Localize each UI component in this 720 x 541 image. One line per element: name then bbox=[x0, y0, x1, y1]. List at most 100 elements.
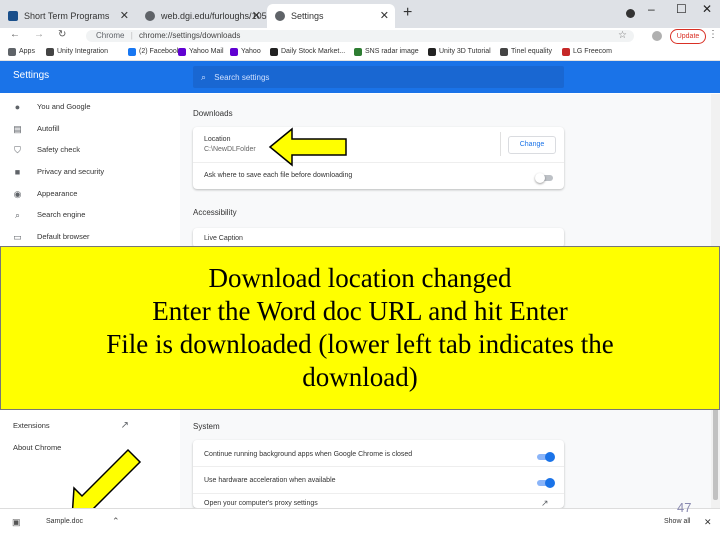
location-value: C:\NewDLFolder bbox=[204, 146, 256, 153]
bookmark-label: LG Freecom bbox=[573, 48, 612, 55]
avatar[interactable] bbox=[652, 31, 662, 41]
slide-number: 47 bbox=[677, 500, 692, 515]
url-text: chrome://settings/downloads bbox=[139, 31, 241, 40]
bookmark-label: Unity 3D Tutorial bbox=[439, 48, 491, 55]
sidebar-item-you-and-google[interactable]: ● You and Google bbox=[13, 99, 91, 115]
stock-icon bbox=[270, 48, 278, 56]
person-icon: ● bbox=[14, 101, 21, 112]
page-title: Settings bbox=[13, 70, 50, 81]
globe-icon bbox=[145, 11, 155, 21]
tab-short-term-programs[interactable]: Short Term Programs ✕ bbox=[0, 4, 135, 28]
hardware-acceleration-label: Use hardware acceleration when available bbox=[204, 477, 336, 484]
window-close-button[interactable]: ✕ bbox=[702, 2, 712, 16]
tab-close-icon[interactable]: ✕ bbox=[120, 9, 129, 22]
scrollbar-thumb[interactable] bbox=[713, 400, 718, 500]
bookmark-unity-tutorial[interactable]: Unity 3D Tutorial bbox=[428, 45, 491, 59]
browser-icon: ▭ bbox=[13, 231, 22, 242]
hardware-acceleration-toggle[interactable] bbox=[537, 478, 555, 488]
url-divider: | bbox=[130, 31, 133, 40]
toggle-knob bbox=[535, 173, 545, 183]
menu-dots-icon[interactable]: ⋮ bbox=[708, 29, 718, 40]
sidebar-item-safety-check[interactable]: ⛉ Safety check bbox=[13, 142, 80, 158]
bookmark-unity-integration[interactable]: Unity Integration bbox=[46, 45, 108, 59]
address-bar[interactable]: Chrome | chrome://settings/downloads bbox=[86, 30, 634, 42]
bookmark-label: Daily Stock Market... bbox=[281, 48, 346, 55]
tab-label: Settings bbox=[291, 11, 324, 21]
bookmark-sns-radar[interactable]: SNS radar image bbox=[354, 45, 419, 59]
search-input[interactable]: ⌕ Search settings bbox=[193, 66, 564, 88]
overlay-line: Enter the Word doc URL and hit Enter bbox=[152, 296, 568, 326]
search-icon: ⌕ bbox=[201, 72, 207, 82]
sidebar-item-label: Search engine bbox=[37, 210, 86, 219]
sidebar-item-appearance[interactable]: ◉ Appearance bbox=[13, 186, 78, 202]
pointer-arrow-location-icon bbox=[268, 127, 347, 167]
tab-settings[interactable]: Settings ✕ bbox=[267, 4, 395, 28]
back-button[interactable]: ← bbox=[10, 29, 20, 40]
chevron-up-icon[interactable]: ⌃ bbox=[112, 516, 120, 527]
chrome-scheme-label: Chrome bbox=[96, 31, 125, 40]
yahoo-icon bbox=[230, 48, 238, 56]
sidebar-item-label: Default browser bbox=[37, 232, 90, 241]
search-placeholder: Search settings bbox=[214, 73, 270, 82]
sidebar-item-label: Privacy and security bbox=[37, 167, 105, 176]
sidebar-item-label: Extensions bbox=[13, 421, 50, 430]
accessibility-section-title: Accessibility bbox=[193, 208, 237, 217]
ask-where-label: Ask where to save each file before downl… bbox=[204, 172, 353, 179]
bookmark-star-icon[interactable]: ☆ bbox=[618, 30, 627, 41]
download-item-filename[interactable]: Sample.doc bbox=[46, 518, 83, 525]
ask-where-toggle[interactable] bbox=[535, 173, 553, 183]
shelf-close-button[interactable]: ✕ bbox=[704, 517, 712, 528]
tab-close-icon[interactable]: ✕ bbox=[380, 9, 389, 22]
new-tab-button[interactable]: + bbox=[403, 4, 412, 22]
sidebar-item-about-chrome[interactable]: About Chrome bbox=[13, 440, 61, 456]
word-document-icon: ▣ bbox=[12, 517, 21, 527]
sidebar-item-search-engine[interactable]: ⌕ Search engine bbox=[13, 207, 85, 223]
sidebar-item-default-browser[interactable]: ▭ Default browser bbox=[13, 229, 90, 245]
minimize-button[interactable]: – bbox=[648, 2, 655, 16]
toggle-knob bbox=[545, 478, 555, 488]
divider bbox=[500, 132, 501, 156]
bookmark-lg-freecom[interactable]: LG Freecom bbox=[562, 45, 612, 59]
overlay-line: File is downloaded (lower left tab indic… bbox=[106, 329, 614, 359]
sidebar-item-autofill[interactable]: ▤ Autofill bbox=[13, 121, 60, 137]
bookmark-label: Yahoo bbox=[241, 48, 261, 55]
bookmark-tinel-equality[interactable]: Tinel equality bbox=[500, 45, 552, 59]
maximize-button[interactable]: ☐ bbox=[676, 2, 687, 16]
bookmark-daily-stock-market[interactable]: Daily Stock Market... bbox=[270, 45, 345, 59]
sidebar-item-privacy[interactable]: ■ Privacy and security bbox=[13, 164, 104, 180]
unity-icon bbox=[428, 48, 436, 56]
apps-grid-icon bbox=[8, 48, 16, 56]
palette-icon: ◉ bbox=[13, 188, 22, 199]
sidebar-item-label: Autofill bbox=[37, 124, 60, 133]
sidebar-item-label: Safety check bbox=[37, 145, 80, 154]
profile-sync-icon[interactable] bbox=[626, 9, 635, 18]
bookmark-label: Yahoo Mail bbox=[189, 48, 224, 55]
location-label: Location bbox=[204, 136, 231, 143]
bookmark-favicon-icon bbox=[500, 48, 508, 56]
toggle-knob bbox=[545, 452, 555, 462]
overlay-line: Download location changed bbox=[208, 263, 512, 293]
live-caption-label: Live Caption bbox=[204, 235, 243, 242]
site-favicon-icon bbox=[8, 11, 18, 21]
reload-button[interactable]: ↻ bbox=[58, 29, 66, 40]
update-button[interactable]: Update bbox=[670, 29, 706, 44]
bookmark-apps[interactable]: Apps bbox=[8, 45, 35, 59]
forward-button[interactable]: → bbox=[34, 29, 44, 40]
background-apps-toggle[interactable] bbox=[537, 452, 555, 462]
lock-icon: ■ bbox=[14, 166, 21, 177]
proxy-settings-label: Open your computer's proxy settings bbox=[204, 500, 318, 507]
tab-label: Short Term Programs bbox=[24, 11, 110, 21]
bookmark-facebook[interactable]: (2) Facebook bbox=[128, 45, 180, 59]
tab-web-document[interactable]: web.dgi.edu/furloughs/1050/Sh ✕ bbox=[137, 4, 267, 28]
tab-close-icon[interactable]: ✕ bbox=[252, 9, 261, 22]
sidebar-item-extensions[interactable]: Extensions ↗ bbox=[13, 418, 129, 434]
radar-icon bbox=[354, 48, 362, 56]
external-link-icon: ↗ bbox=[120, 420, 129, 431]
background-apps-label: Continue running background apps when Go… bbox=[204, 451, 413, 458]
bookmark-yahoo-mail[interactable]: Yahoo Mail bbox=[178, 45, 224, 59]
downloads-section-title: Downloads bbox=[193, 109, 233, 118]
bookmark-yahoo[interactable]: Yahoo bbox=[230, 45, 261, 59]
show-all-button[interactable]: Show all bbox=[664, 518, 690, 525]
change-location-button[interactable]: Change bbox=[508, 136, 556, 154]
sidebar-item-label: About Chrome bbox=[13, 443, 62, 452]
